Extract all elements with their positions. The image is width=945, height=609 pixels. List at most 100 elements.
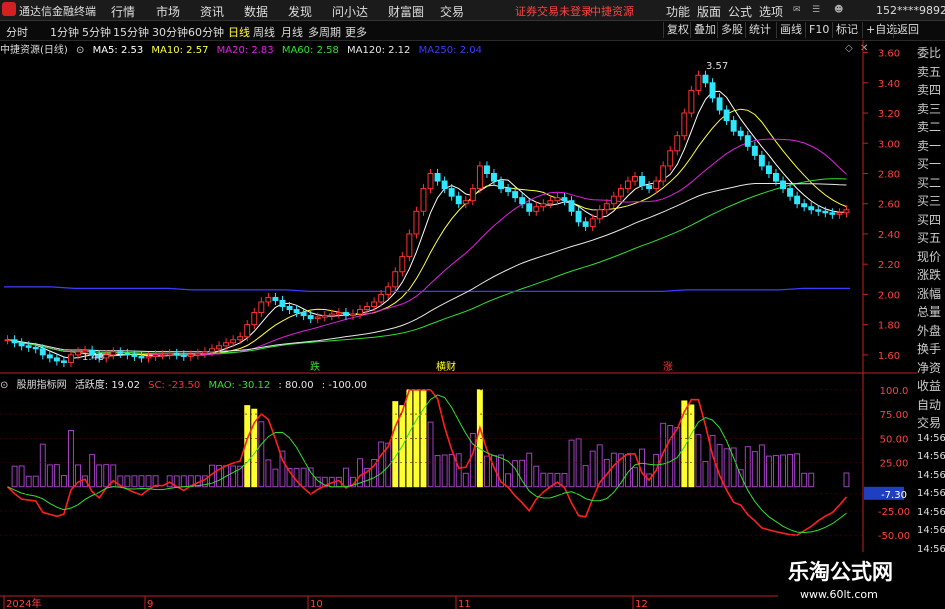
mark-button[interactable]: 标记	[832, 22, 861, 38]
date-tick-label: 12	[635, 599, 648, 609]
candle-body	[843, 209, 850, 214]
period-tab-15min[interactable]: 15分钟	[113, 24, 149, 40]
candle-body	[688, 89, 695, 114]
menu-item-formula[interactable]: 公式	[728, 3, 752, 20]
candle-body	[681, 112, 688, 137]
activity-bar	[512, 460, 519, 488]
menu-item-market[interactable]: 市场	[156, 3, 180, 20]
candle-body	[68, 354, 74, 363]
candle-body	[378, 293, 385, 303]
menu-item-layout[interactable]: 版面	[697, 3, 721, 20]
period-tab-timeshare[interactable]: 分时	[6, 24, 28, 40]
candle-body	[815, 209, 822, 212]
draw-line-button[interactable]: 画线	[776, 22, 805, 38]
price-tick-label: 1.60	[878, 351, 900, 362]
sc-label: SC: -23.50	[148, 380, 201, 391]
price-tick-label: 2.20	[878, 260, 900, 271]
activity-bar	[505, 473, 512, 488]
activity-label: 活跃度: 19.02	[74, 380, 140, 391]
candle-body	[342, 312, 349, 317]
candle-body	[751, 145, 758, 156]
candle-body	[32, 346, 39, 350]
activity-bar	[342, 467, 349, 488]
menu-item-hq[interactable]: 行情	[111, 3, 135, 20]
price-tick-label: 3.00	[878, 139, 900, 150]
candle-body	[385, 286, 392, 295]
kline-chart[interactable]: 3.60 3.40 3.20 3.00 2.80 2.60 2.40 2.20 2.00 1.80…	[0, 40, 917, 609]
order-book-label: 换手	[917, 342, 942, 356]
period-tab-5min[interactable]: 5分钟	[82, 24, 111, 40]
candle-body	[709, 82, 716, 99]
period-tab-multi[interactable]: 多周期	[308, 24, 341, 40]
activity-bar	[526, 452, 533, 488]
period-tab-60min[interactable]: 60分钟	[188, 24, 224, 40]
app-title: 通达信金融终端	[19, 5, 96, 18]
login-alert[interactable]: 证券交易未登录	[515, 3, 592, 19]
candle-body	[448, 188, 455, 197]
candle-body	[103, 354, 110, 359]
indicator-settings-icon[interactable]: ⊙	[0, 380, 8, 391]
account-number[interactable]: 152****9892	[876, 4, 945, 17]
candle-body	[561, 197, 568, 202]
activity-bar	[96, 464, 103, 488]
sub-tick-label: -25.00	[878, 507, 910, 518]
stats-button[interactable]: 统计	[745, 22, 774, 38]
candle-body	[822, 210, 829, 214]
activity-bar	[794, 453, 801, 488]
candle-body	[787, 188, 794, 197]
stock-tag: 中捷资源	[590, 5, 634, 18]
multi-stock-button[interactable]: 多股	[717, 22, 746, 38]
period-tab-more[interactable]: 更多	[345, 24, 367, 40]
date-tick-label: 9	[147, 599, 153, 609]
price-tick-label: 2.40	[878, 230, 900, 241]
menu-icon[interactable]: ☰	[812, 5, 820, 15]
period-tab-monthly[interactable]: 月线	[281, 24, 303, 40]
mark-drop: 跌	[310, 360, 320, 373]
menu-item-xiaoda[interactable]: 问小达	[332, 3, 368, 20]
activity-bar	[265, 459, 272, 488]
candle-body	[526, 203, 533, 212]
restore-rights-button[interactable]: 复权	[663, 22, 692, 38]
candle-body	[307, 315, 314, 320]
user-icon[interactable]: ☻	[834, 5, 843, 15]
back-button[interactable]: 返回	[893, 22, 922, 38]
activity-bar	[427, 421, 434, 488]
menu-item-news[interactable]: 资讯	[200, 3, 224, 20]
order-book-label: 卖二	[917, 120, 942, 134]
candle-body	[780, 180, 786, 190]
period-tab-weekly[interactable]: 周线	[253, 24, 275, 40]
order-book-label: 14:56	[917, 525, 945, 536]
activity-bar	[392, 401, 399, 488]
candle-body	[765, 165, 772, 174]
candle-body	[427, 172, 434, 190]
order-book-label: 外盘	[917, 323, 942, 338]
order-book-label: 卖四	[917, 83, 942, 97]
menu-item-trade[interactable]: 交易	[440, 3, 464, 20]
activity-bar	[554, 472, 561, 488]
overlay-button[interactable]: 叠加	[690, 22, 719, 38]
candle-body	[300, 312, 307, 317]
activity-bar	[230, 465, 237, 488]
menu-item-function[interactable]: 功能	[666, 3, 690, 20]
mao-line	[7, 394, 847, 534]
order-book-label: 卖三	[917, 101, 942, 116]
period-tab-daily[interactable]: 日线	[228, 24, 250, 40]
menu-item-data[interactable]: 数据	[244, 3, 268, 20]
menu-item-options[interactable]: 选项	[759, 3, 783, 20]
envelope-icon[interactable]: ✉	[793, 5, 801, 15]
sub-tick-label: -7.30	[881, 490, 907, 501]
price-tick-label: 3.40	[878, 79, 900, 90]
candle-body	[110, 351, 117, 356]
ma20-line	[7, 138, 847, 357]
f10-button[interactable]: F10	[805, 22, 832, 38]
mark-rise: 涨	[663, 361, 673, 373]
period-tab-1min[interactable]: 1分钟	[50, 24, 79, 40]
activity-bar	[131, 475, 138, 488]
candle-body	[836, 212, 843, 215]
menu-item-discover[interactable]: 发现	[288, 3, 312, 20]
candle-body	[53, 357, 60, 362]
menu-item-wealth[interactable]: 财富圈	[388, 3, 424, 20]
period-tab-30min[interactable]: 30分钟	[152, 24, 188, 40]
ma5-line	[7, 90, 847, 359]
candle-body	[124, 352, 131, 356]
